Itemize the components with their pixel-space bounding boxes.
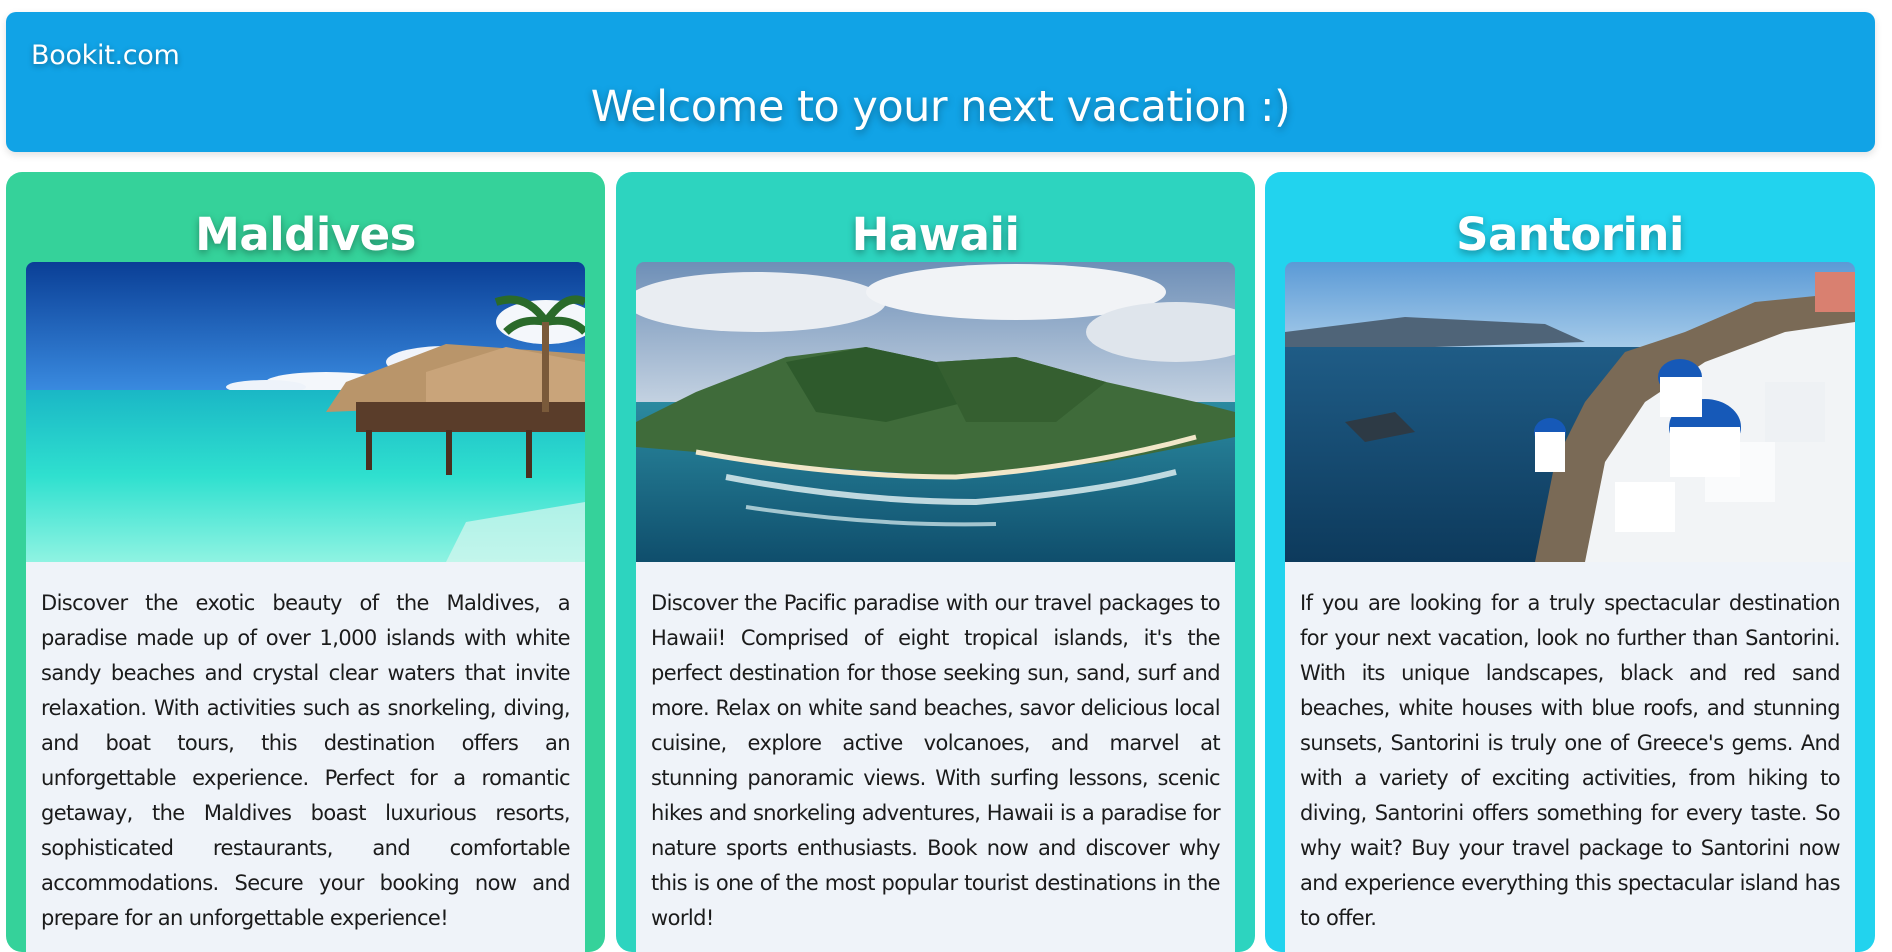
page-title: Welcome to your next vacation :) [590, 82, 1291, 132]
destination-photo-santorini [1285, 262, 1855, 562]
destination-photo-maldives [26, 262, 585, 562]
card-description: Discover the exotic beauty of the Maldiv… [41, 591, 571, 930]
destination-card-santorini[interactable]: Santorini If you are looking for a truly… [1265, 172, 1875, 952]
card-title: Maldives [195, 208, 416, 261]
card-description-panel: Discover the Pacific paradise with our t… [636, 562, 1235, 952]
card-description: If you are looking for a truly spectacul… [1300, 591, 1841, 930]
card-description-panel: If you are looking for a truly spectacul… [1285, 562, 1855, 952]
card-title: Hawaii [851, 208, 1020, 261]
card-description-panel: Discover the exotic beauty of the Maldiv… [26, 562, 585, 952]
brand-logo[interactable]: Bookit.com [31, 40, 180, 71]
card-description: Discover the Pacific paradise with our t… [651, 591, 1221, 930]
site-header: Bookit.com Welcome to your next vacation… [6, 12, 1875, 152]
card-title: Santorini [1456, 208, 1684, 261]
destination-card-maldives[interactable]: Maldives Discover the exotic beauty of t… [6, 172, 605, 952]
destination-photo-hawaii [636, 262, 1235, 562]
destination-card-hawaii[interactable]: Hawaii Discover the Pacific paradise wit… [616, 172, 1255, 952]
